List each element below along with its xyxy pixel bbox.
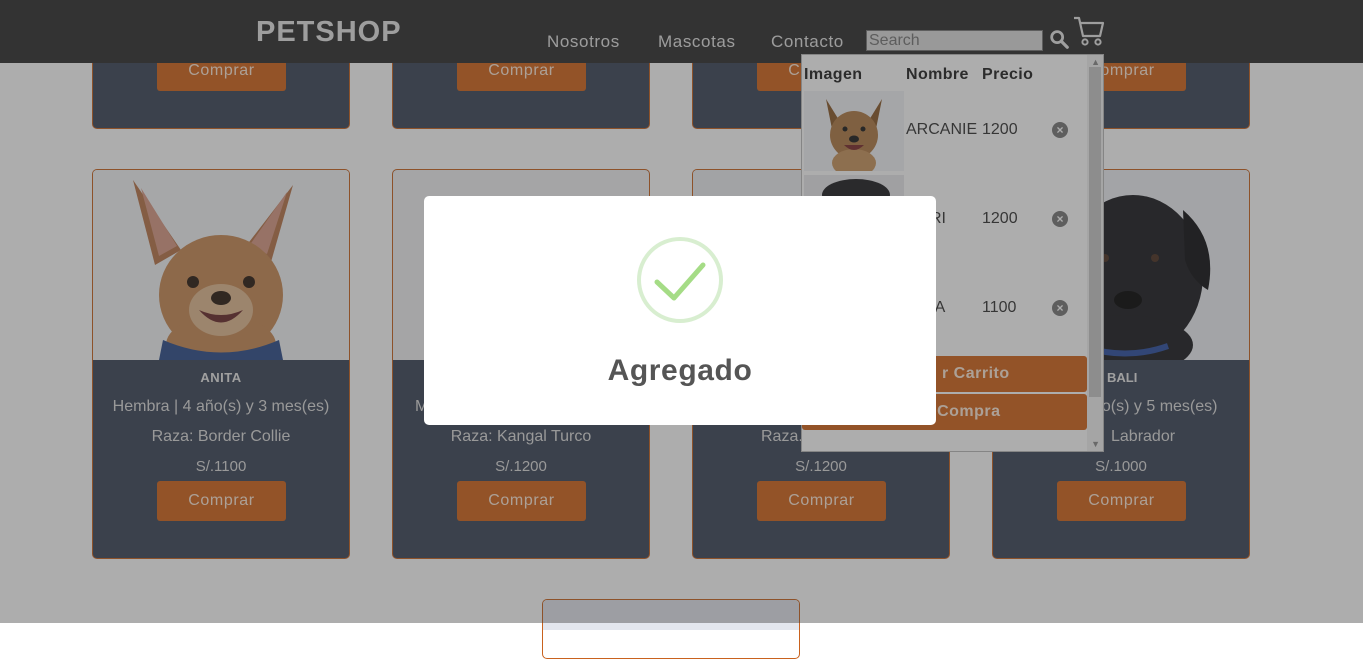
success-check-icon: [637, 237, 723, 323]
dialog-title: Agregado: [607, 354, 753, 387]
success-dialog: Agregado: [424, 196, 936, 425]
